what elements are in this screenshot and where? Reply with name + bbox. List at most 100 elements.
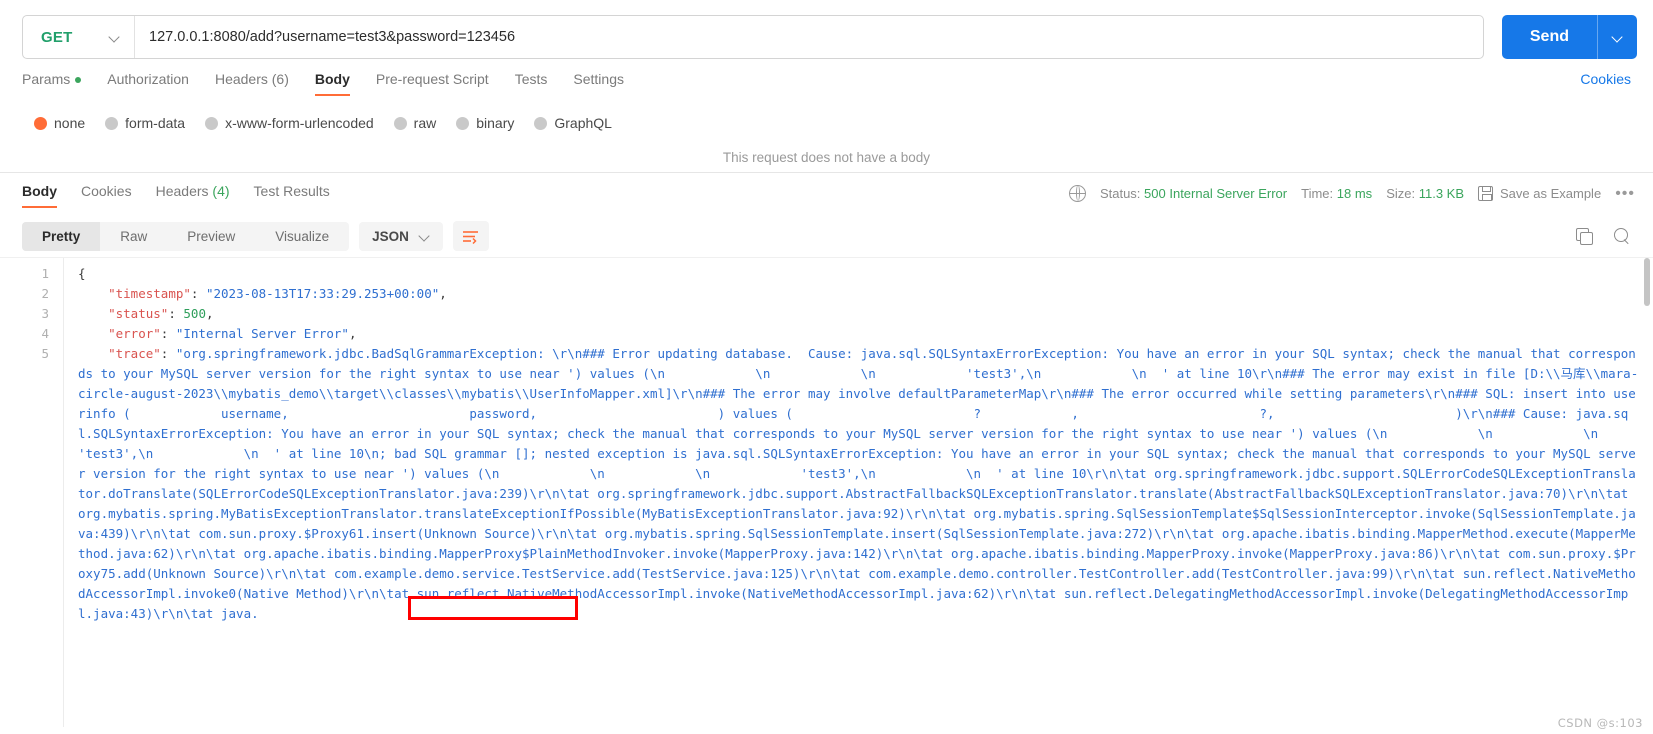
json-value-trace: "org.springframework.jdbc.BadSqlGrammarE… bbox=[78, 346, 1639, 621]
response-header: Body Cookies Headers (4) Test Results St… bbox=[0, 173, 1653, 209]
url-input-wrapper: GET bbox=[22, 15, 1484, 59]
response-tab-headers[interactable]: Headers (4) bbox=[156, 183, 230, 208]
radio-icon bbox=[205, 116, 219, 130]
response-more-options-button[interactable]: ••• bbox=[1615, 185, 1635, 202]
json-key-trace: "trace" bbox=[108, 346, 161, 361]
status-value: 500 Internal Server Error bbox=[1144, 186, 1288, 201]
json-key-status: "status" bbox=[108, 306, 169, 321]
wrap-lines-button[interactable] bbox=[452, 221, 489, 251]
body-type-binary[interactable]: binary bbox=[456, 115, 514, 131]
radio-selected-icon bbox=[34, 116, 47, 130]
body-type-none-label: none bbox=[54, 115, 86, 131]
size-label: Size: bbox=[1386, 186, 1416, 201]
time-badge: Time: 18 ms bbox=[1301, 186, 1372, 201]
request-tabs-row: Params Authorization Headers (6) Body Pr… bbox=[0, 62, 1653, 96]
json-value-error: "Internal Server Error" bbox=[175, 326, 349, 341]
format-visualize[interactable]: Visualize bbox=[255, 222, 349, 251]
response-actions bbox=[1576, 227, 1635, 245]
tab-body[interactable]: Body bbox=[314, 71, 350, 96]
body-type-urlencoded[interactable]: x-www-form-urlencoded bbox=[205, 115, 374, 131]
response-tabs: Body Cookies Headers (4) Test Results bbox=[22, 183, 330, 208]
tab-tests[interactable]: Tests bbox=[515, 71, 548, 96]
format-pretty[interactable]: Pretty bbox=[22, 221, 101, 251]
globe-icon bbox=[1068, 184, 1086, 202]
http-method-label: GET bbox=[41, 28, 73, 46]
postman-window: GET Send Params Authorization Headers (6… bbox=[0, 0, 1653, 734]
response-tab-body[interactable]: Body bbox=[22, 183, 57, 208]
line-number: 5 bbox=[41, 346, 49, 361]
line-number: 1 bbox=[41, 266, 49, 281]
response-headers-count: (4) bbox=[212, 183, 230, 199]
json-open-brace: { bbox=[78, 266, 86, 281]
params-dot-icon bbox=[75, 77, 82, 84]
request-tabs: Params Authorization Headers (6) Body Pr… bbox=[22, 71, 624, 96]
response-meta: Status: 500 Internal Server Error Time: … bbox=[1068, 183, 1635, 202]
time-label: Time: bbox=[1301, 186, 1334, 201]
radio-icon bbox=[456, 116, 470, 130]
body-type-row: none form-data x-www-form-urlencoded raw… bbox=[0, 96, 1653, 136]
status-label: Status: bbox=[1099, 186, 1141, 201]
url-input[interactable] bbox=[135, 29, 1483, 45]
tab-headers[interactable]: Headers (6) bbox=[215, 71, 289, 96]
no-body-note: This request does not have a body bbox=[722, 150, 931, 165]
json-code-content[interactable]: { "timestamp": "2023-08-13T17:33:29.253+… bbox=[64, 258, 1639, 727]
size-value: 11.3 KB bbox=[1418, 186, 1465, 201]
radio-icon bbox=[105, 116, 119, 130]
format-segmented-control: Pretty Raw Preview Visualize bbox=[22, 221, 350, 251]
wrap-lines-icon bbox=[463, 230, 479, 244]
send-button[interactable]: Send bbox=[1502, 15, 1597, 59]
response-tab-cookies[interactable]: Cookies bbox=[81, 183, 132, 208]
copy-icon[interactable] bbox=[1576, 228, 1593, 245]
send-button-group: Send bbox=[1501, 15, 1637, 59]
scrollbar-thumb[interactable] bbox=[1644, 258, 1650, 306]
body-type-raw[interactable]: raw bbox=[393, 115, 437, 131]
tab-params[interactable]: Params bbox=[22, 71, 82, 96]
cookies-link[interactable]: Cookies bbox=[1580, 71, 1631, 96]
response-tab-test-results[interactable]: Test Results bbox=[254, 183, 330, 208]
response-format-row: Pretty Raw Preview Visualize JSON bbox=[0, 209, 1653, 251]
response-scrollbar[interactable] bbox=[1643, 258, 1651, 727]
format-preview[interactable]: Preview bbox=[167, 222, 255, 251]
line-number: 2 bbox=[41, 286, 49, 301]
line-number-gutter: 1 2 3 4 5 bbox=[0, 258, 64, 727]
watermark: CSDN @s:103 bbox=[1557, 716, 1643, 730]
json-key-error: "error" bbox=[108, 326, 161, 341]
json-value-timestamp: "2023-08-13T17:33:29.253+00:00" bbox=[205, 286, 440, 301]
size-badge: Size: 11.3 KB bbox=[1386, 186, 1464, 201]
body-type-graphql[interactable]: GraphQL bbox=[534, 115, 612, 131]
radio-icon bbox=[393, 116, 407, 130]
body-type-urlencoded-label: x-www-form-urlencoded bbox=[225, 115, 374, 131]
language-select[interactable]: JSON bbox=[359, 221, 443, 251]
http-method-select[interactable]: GET bbox=[23, 16, 135, 58]
chevron-down-icon bbox=[419, 231, 430, 242]
tab-settings[interactable]: Settings bbox=[573, 71, 624, 96]
save-as-example-button[interactable]: Save as Example bbox=[1478, 186, 1601, 201]
line-number: 3 bbox=[41, 306, 49, 321]
radio-icon bbox=[534, 116, 548, 130]
tab-params-label: Params bbox=[22, 71, 71, 87]
body-type-graphql-label: GraphQL bbox=[554, 115, 612, 131]
body-type-raw-label: raw bbox=[413, 115, 437, 131]
chevron-down-icon bbox=[109, 32, 120, 43]
response-tab-headers-text: Headers bbox=[155, 183, 209, 199]
send-options-button[interactable] bbox=[1597, 15, 1637, 59]
language-label: JSON bbox=[372, 228, 409, 244]
line-number: 4 bbox=[41, 326, 49, 341]
tab-authorization[interactable]: Authorization bbox=[107, 71, 189, 96]
url-bar: GET Send bbox=[0, 0, 1653, 62]
chevron-down-icon bbox=[1612, 32, 1623, 43]
body-type-none[interactable]: none bbox=[34, 115, 85, 131]
response-body-viewer[interactable]: 1 2 3 4 5 { "timestamp": "2023-08-13T17:… bbox=[0, 257, 1653, 727]
save-icon bbox=[1478, 186, 1494, 201]
json-key-timestamp: "timestamp" bbox=[108, 286, 191, 301]
tab-pre-request-script[interactable]: Pre-request Script bbox=[376, 71, 489, 96]
body-type-form-data-label: form-data bbox=[125, 115, 186, 131]
time-value: 18 ms bbox=[1336, 186, 1373, 201]
save-as-example-label: Save as Example bbox=[1500, 186, 1602, 201]
search-icon[interactable] bbox=[1614, 227, 1631, 245]
json-value-status: 500 bbox=[183, 306, 206, 321]
format-controls: Pretty Raw Preview Visualize JSON bbox=[22, 221, 489, 251]
format-raw[interactable]: Raw bbox=[100, 222, 167, 251]
body-type-form-data[interactable]: form-data bbox=[105, 115, 185, 131]
body-type-binary-label: binary bbox=[476, 115, 515, 131]
